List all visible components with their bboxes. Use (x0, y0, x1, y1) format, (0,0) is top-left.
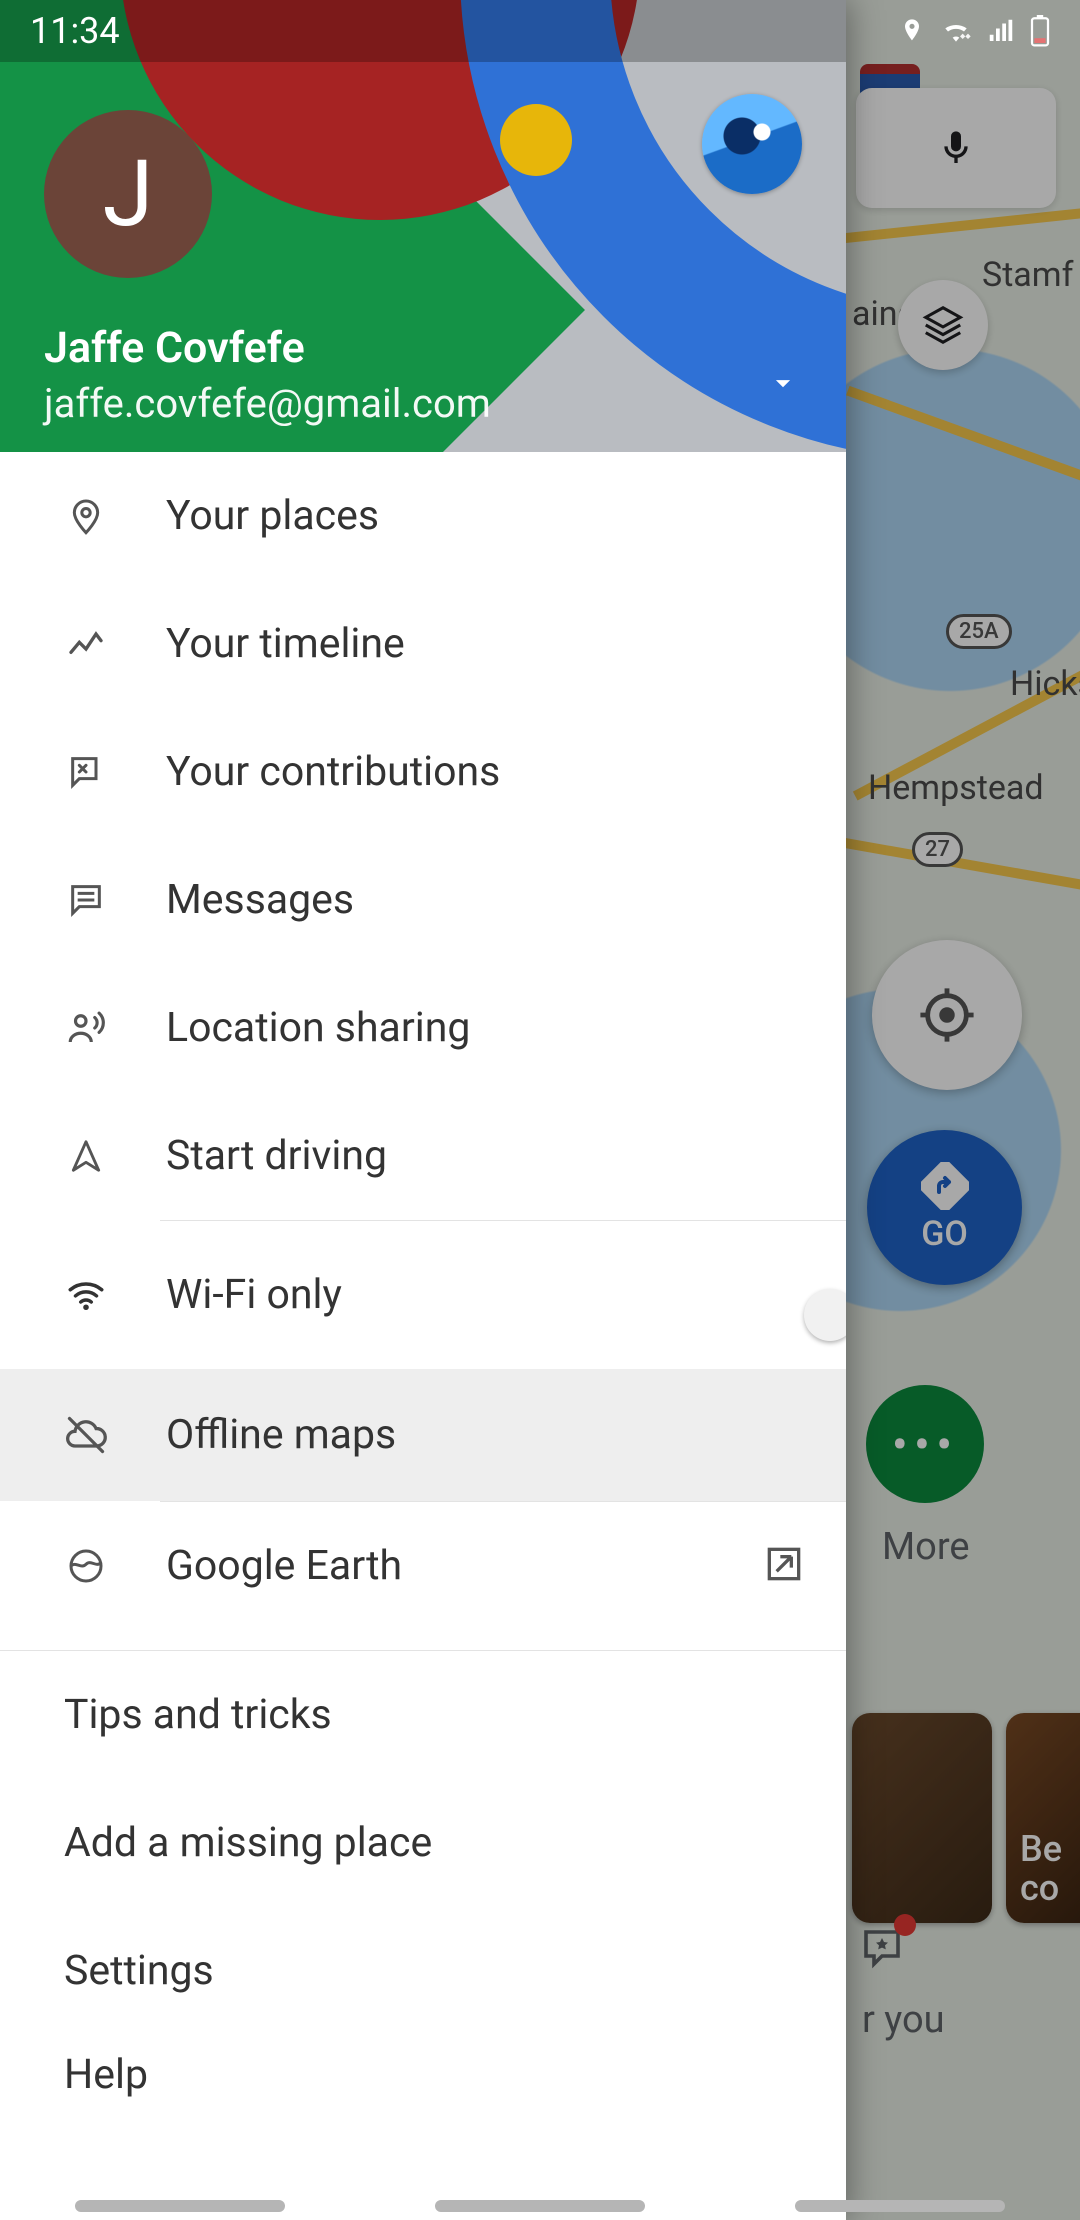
account-switcher-chevron-icon[interactable] (766, 366, 800, 400)
menu-your-timeline[interactable]: Your timeline (0, 580, 846, 708)
menu-start-driving[interactable]: Start driving (0, 1092, 846, 1220)
navigation-drawer: J Jaffe Covfefe jaffe.covfefe@gmail.com … (0, 0, 846, 2220)
signal-status-icon (986, 16, 1016, 46)
status-bar: 11:34 (0, 0, 1080, 62)
wifi-icon (64, 1273, 108, 1317)
menu-settings[interactable]: Settings (0, 1907, 846, 2035)
primary-avatar[interactable]: J (44, 110, 212, 278)
menu-your-contributions[interactable]: Your contributions (0, 708, 846, 836)
menu-label: Your timeline (166, 620, 405, 668)
external-link-icon (762, 1542, 806, 1590)
globe-icon (64, 1544, 108, 1588)
drawer-header[interactable]: J Jaffe Covfefe jaffe.covfefe@gmail.com (0, 0, 846, 452)
timeline-icon (64, 622, 108, 666)
menu-help[interactable]: Help (0, 2035, 846, 2115)
status-time: 11:34 (30, 10, 120, 52)
menu-add-missing-place[interactable]: Add a missing place (0, 1779, 846, 1907)
menu-label: Your contributions (166, 748, 500, 796)
pin-icon (64, 494, 108, 538)
cloud-off-icon (64, 1413, 108, 1457)
system-nav-bar (0, 2200, 1080, 2212)
menu-label: Messages (166, 876, 354, 924)
menu-label: Location sharing (166, 1004, 470, 1052)
location-sharing-icon (64, 1006, 108, 1050)
contributions-icon (64, 750, 108, 794)
menu-google-earth[interactable]: Google Earth (0, 1502, 846, 1630)
menu-location-sharing[interactable]: Location sharing (0, 964, 846, 1092)
menu-label: Offline maps (166, 1411, 396, 1459)
menu-wifi-only[interactable]: Wi-Fi only (0, 1221, 846, 1369)
menu-tips-and-tricks[interactable]: Tips and tricks (0, 1651, 846, 1779)
messages-icon (64, 878, 108, 922)
menu-label: Your places (166, 492, 379, 540)
account-name: Jaffe Covfefe (44, 323, 305, 373)
menu-label: Wi-Fi only (166, 1271, 342, 1319)
wifi-status-icon (940, 15, 972, 47)
menu-label: Google Earth (166, 1542, 402, 1590)
navigation-arrow-icon (64, 1134, 108, 1178)
secondary-avatar[interactable] (702, 94, 802, 194)
menu-your-places[interactable]: Your places (0, 452, 846, 580)
battery-status-icon (1030, 15, 1050, 47)
account-email: jaffe.covfefe@gmail.com (44, 380, 491, 427)
menu-label: Start driving (166, 1132, 387, 1180)
location-status-icon (898, 17, 926, 45)
menu-messages[interactable]: Messages (0, 836, 846, 964)
menu-offline-maps[interactable]: Offline maps (0, 1369, 846, 1501)
